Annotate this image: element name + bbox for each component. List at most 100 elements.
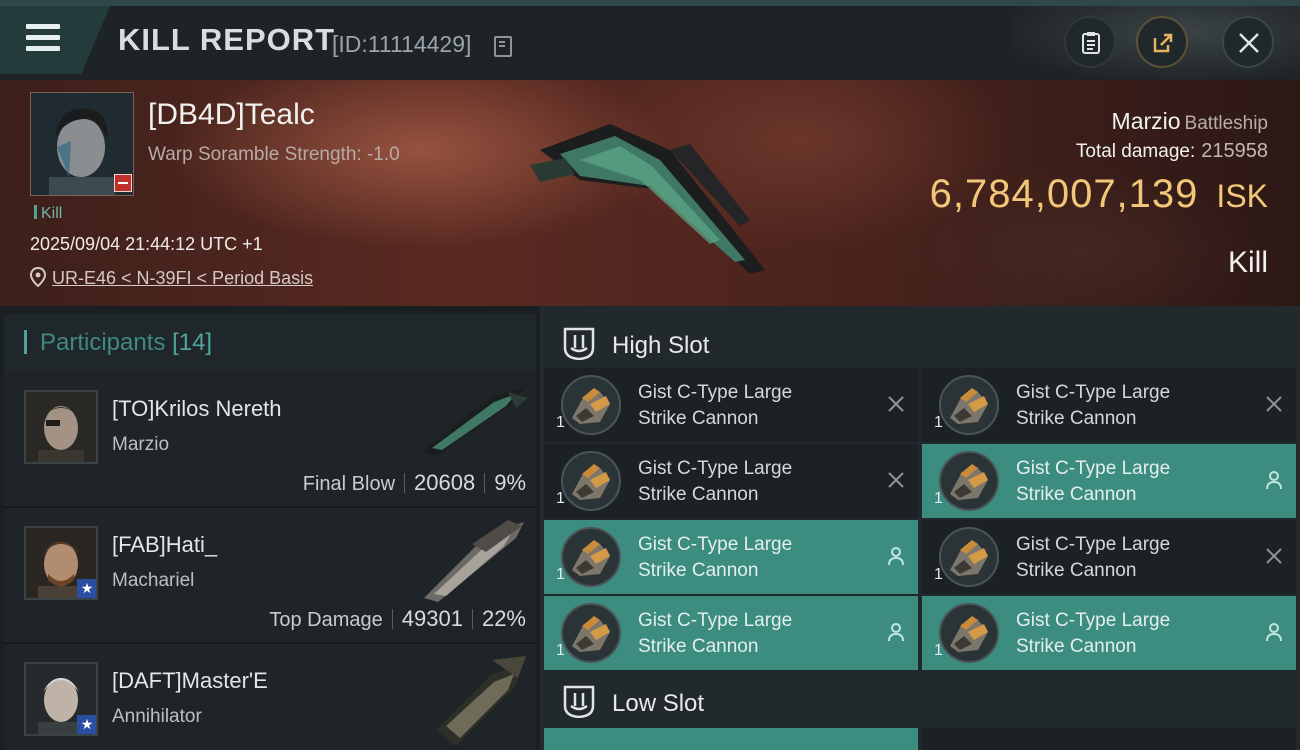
module-tile[interactable]: 1 Gist C-Type Large Strike Cannon [544,520,918,594]
total-damage-label: Total damage: [1075,141,1196,162]
module-name-line2: Strike Cannon [1016,484,1137,505]
page-title: KILL REPORT [118,22,336,57]
participant-row[interactable]: ★ [DAFT]Master'E Annihilator [4,644,536,750]
participant-role: Top Damage [269,609,383,631]
module-name: Gist C-Type Large Strike Cannon [1016,456,1246,508]
strike-cannon-icon [939,451,999,511]
module-quantity: 1 [556,566,565,583]
participant-row[interactable]: [TO]Krilos Nereth Marzio Final Blow 20608… [4,372,536,508]
low-slot-module[interactable] [922,728,1296,750]
module-tile[interactable]: 1 Gist C-Type Large Strike Cannon [922,596,1296,670]
module-name: Gist C-Type Large Strike Cannon [1016,608,1246,660]
module-name: Gist C-Type Large Strike Cannon [1016,532,1246,584]
strike-cannon-icon [561,527,621,587]
participant-ship-image [424,520,524,602]
module-quantity: 1 [556,490,565,507]
participant-percent: 22% [481,606,526,631]
location-pin-icon [30,267,46,287]
module-name: Gist C-Type Large Strike Cannon [638,532,868,584]
module-tile[interactable]: 1 Gist C-Type Large Strike Cannon [922,368,1296,442]
module-quantity: 1 [934,414,943,431]
kill-result: Kill [1227,246,1268,279]
module-name-line2: Strike Cannon [638,408,759,429]
module-name-line2: Strike Cannon [638,636,759,657]
location-link[interactable]: UR-E46 < N-39FI < Period Basis [52,268,313,289]
destroyed-x-icon [1266,548,1282,564]
participants-count: [14] [172,329,213,356]
warp-scramble-strength: Warp Soramble Strength: -1.0 [148,144,400,165]
module-name-line1: Gist C-Type Large [1016,534,1171,555]
module-name-line1: Gist C-Type Large [638,458,793,479]
participant-damage: 49301 [401,606,463,631]
total-damage-line: Total damage: 215958 [1076,140,1268,163]
close-icon [1239,33,1259,53]
participant-name: [FAB]Hati_ [112,532,218,557]
module-tile[interactable]: 1 Gist C-Type Large Strike Cannon [544,596,918,670]
high-slot-header: High Slot [546,314,1298,372]
destroyed-x-icon [888,396,904,412]
participant-avatar[interactable]: ★ [24,662,98,736]
share-button[interactable] [1136,16,1188,68]
participant-avatar[interactable]: ★ [24,526,98,600]
module-name-line1: Gist C-Type Large [1016,458,1171,479]
participant-avatar[interactable] [24,390,98,464]
participant-row[interactable]: ★ [FAB]Hati_ Machariel Top Damage 49301 22… [4,508,536,644]
module-name-line2: Strike Cannon [1016,560,1137,581]
low-slot-title: Low Slot [612,690,705,717]
destroyed-x-icon [888,472,904,488]
destroyed-x-icon [1266,396,1282,412]
module-tile[interactable]: 1 Gist C-Type Large Strike Cannon [922,520,1296,594]
module-name-line2: Strike Cannon [1016,636,1137,657]
share-icon [1153,33,1173,53]
participants-label: Participants [40,329,166,356]
participants-header: Participants [14] [4,314,536,372]
module-tile[interactable]: 1 Gist C-Type Large Strike Cannon [544,368,918,442]
module-name: Gist C-Type Large Strike Cannon [638,608,868,660]
module-name-line1: Gist C-Type Large [638,610,793,631]
high-slot-icon [563,327,595,360]
low-slot-module[interactable] [544,728,918,750]
security-status-badge [114,174,132,192]
participant-name: [TO]Krilos Nereth [112,396,282,421]
module-quantity: 1 [934,642,943,659]
header-accent-bar [24,330,27,354]
menu-icon[interactable] [26,24,60,52]
victim-banner: [DB4D]Tealc Warp Soramble Strength: -1.0… [0,80,1300,306]
low-slot-icon [563,685,595,718]
participant-name: [DAFT]Master'E [112,668,268,693]
fitting-panel: High Slot 1 Gist C-Type Large Strike Canno… [540,306,1300,750]
module-name-line2: Strike Cannon [638,484,759,505]
module-name-line2: Strike Cannon [638,560,759,581]
high-slot-title: High Slot [612,332,710,359]
isk-unit: ISK [1216,178,1268,214]
module-name: Gist C-Type Large Strike Cannon [638,380,868,432]
participants-title: Participants [14] [40,329,212,357]
isk-value: 6,784,007,139 [929,172,1199,216]
participant-stats: Top Damage 49301 22% [269,606,526,632]
victim-ship-image [530,124,765,274]
clipboard-icon [1082,32,1100,54]
close-button[interactable] [1222,16,1274,68]
module-tile[interactable]: 1 Gist C-Type Large Strike Cannon [922,444,1296,518]
module-name: Gist C-Type Large Strike Cannon [638,456,868,508]
dropped-person-icon [1266,623,1282,642]
participant-stats: Final Blow 20608 9% [303,470,526,496]
strike-cannon-icon [939,375,999,435]
copy-icon[interactable] [494,36,512,57]
total-damage-value: 215958 [1201,140,1268,162]
module-name-line1: Gist C-Type Large [638,534,793,555]
clipboard-button[interactable] [1064,16,1116,68]
participant-damage: 20608 [414,470,476,495]
module-name: Gist C-Type Large Strike Cannon [1016,380,1246,432]
module-quantity: 1 [934,490,943,507]
participant-ship: Annihilator [112,706,202,727]
module-name-line1: Gist C-Type Large [638,382,793,403]
isk-line: 6,784,007,139 ISK [930,172,1268,217]
top-bar: KILL REPORT [ID:11114429] [0,0,1300,80]
module-tile[interactable]: 1 Gist C-Type Large Strike Cannon [544,444,918,518]
strike-cannon-icon [939,527,999,587]
victim-ship-line: Marzio Battleship [1112,108,1268,135]
participant-ship-image [436,656,526,746]
module-name-line1: Gist C-Type Large [1016,382,1171,403]
low-slot-header: Low Slot [546,672,1298,730]
